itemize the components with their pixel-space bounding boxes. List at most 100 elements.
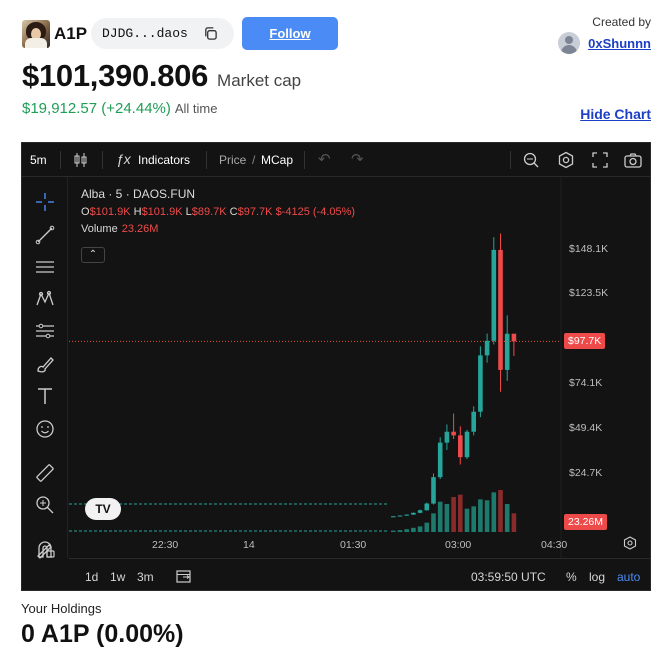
range-3m[interactable]: 3m [137,570,154,584]
ruler-icon[interactable] [34,462,56,484]
range-1d[interactable]: 1d [85,570,98,584]
candle-body [404,514,409,516]
current-price-tag: $97.7K [564,333,606,350]
candle-body [437,442,443,478]
range-1w[interactable]: 1w [110,570,125,584]
candle-change: $-4125 (-4.05%) [275,206,356,218]
volume-bar [437,501,443,532]
x-tick-label: 04:30 [541,539,568,551]
zoom-in-icon[interactable] [34,494,56,516]
legend-collapse-button[interactable]: ⌃ [81,247,105,263]
low-value: $89.7K [191,206,227,218]
chart-legend: Alba · 5 · DAOS.FUN O$101.9K H$101.9K L$… [81,187,355,235]
holdings-label: Your Holdings [21,601,102,616]
open-value: $101.9K [89,206,131,218]
y-tick-label: $24.7K [569,467,603,480]
y-tick-label: $74.1K [569,377,603,390]
token-avatar [22,20,50,48]
utc-clock[interactable]: 03:59:50 UTC [471,570,546,584]
candle-body [464,431,470,458]
redo-icon[interactable]: ↷ [351,150,364,168]
created-by-label: Created by [592,15,651,29]
candle-body [491,249,497,341]
fullscreen-icon[interactable] [591,151,609,169]
chart-toolbar: 5m ƒx Indicators Price / MCap ↶ ↷ [22,143,650,177]
y-tick-label: $148.1K [569,242,609,255]
change-period: All time [174,101,218,116]
volume-value: 23.26M [121,223,159,235]
candle-body [391,516,396,518]
market-cap-value: $101,390.806 [22,58,209,93]
crosshair-icon[interactable] [34,191,56,213]
measure-tool-icon[interactable] [34,320,56,342]
volume-bar [424,522,430,532]
x-tick-label: 14 [243,539,255,551]
hide-chart-link[interactable]: Hide Chart [580,106,651,122]
volume-bar [431,513,436,532]
volume-bar [491,492,497,532]
volume-bar [484,500,490,532]
candle-body [504,333,510,370]
lock-draw-icon[interactable] [34,538,56,560]
horizontal-lines-icon[interactable] [34,256,56,278]
indicators-button[interactable]: Indicators [138,153,190,167]
volume-row: Volume 23.26M [81,223,355,235]
undo-icon[interactable]: ↶ [318,150,331,168]
y-tick-label: $123.5K [569,287,609,300]
copy-icon[interactable] [203,26,218,41]
price-mcap-divider: / [252,153,256,167]
volume-bar [404,529,409,532]
creator-name[interactable]: 0xShunnn [588,36,651,51]
volume-bar [391,530,396,532]
high-key: H [133,206,142,218]
percent-toggle[interactable]: % [566,570,577,584]
emoji-icon[interactable] [34,418,56,440]
creator-link[interactable]: 0xShunnn [558,32,651,54]
candle-body [451,431,456,436]
token-ticker: A1P [54,24,88,43]
mcap-toggle[interactable]: MCap [261,153,293,167]
tradingview-logo: TV [85,498,121,520]
volume-bar [464,508,470,532]
candles-icon[interactable] [73,152,89,168]
candle-body [424,503,430,511]
text-tool-icon[interactable] [34,385,56,407]
candle-body [498,249,503,370]
drawing-toolbar [22,177,68,558]
trend-line-icon[interactable] [34,224,56,246]
auto-toggle[interactable]: auto [617,570,640,584]
volume-bar [397,530,403,532]
creator-avatar-icon [558,32,581,54]
follow-button[interactable]: Follow [242,17,338,50]
axis-settings-icon[interactable] [623,536,637,550]
chart-panel: 5m ƒx Indicators Price / MCap ↶ ↷ Alba ·… [21,142,651,591]
interval-selector[interactable]: 5m [30,153,47,167]
candle-body [471,411,476,432]
brush-icon[interactable] [34,353,56,375]
chart-plot-area[interactable]: Alba · 5 · DAOS.FUN O$101.9K H$101.9K L$… [69,177,651,592]
token-header: A1P DJDG...daos Follow Created by 0xShun… [0,0,662,60]
volume-bar [478,499,483,532]
price-toggle[interactable]: Price [219,153,246,167]
market-cap-label: Market cap [217,71,302,90]
log-toggle[interactable]: log [589,570,605,584]
chart-bottom-bar: 1d 1w 3m 03:59:50 UTC % log auto [69,558,651,592]
pattern-icon[interactable] [34,288,56,310]
zoom-search-icon[interactable] [522,151,540,169]
ohlc-row: O$101.9K H$101.9K L$89.7K C$97.7K $-4125… [81,206,355,218]
close-value: $97.7K [237,206,273,218]
x-tick-label: 01:30 [340,539,367,551]
volume-label: Volume [81,223,118,235]
fx-icon[interactable]: ƒx [116,151,131,167]
high-value: $101.9K [141,206,183,218]
settings-icon[interactable] [557,151,575,169]
candle-body [397,515,403,517]
camera-icon[interactable] [623,151,643,169]
close-key: C [229,206,238,218]
volume-bar [451,497,456,532]
date-range-icon[interactable] [175,568,193,584]
x-tick-label: 22:30 [152,539,179,551]
y-tick-label: $49.4K [569,422,603,435]
contract-address-pill[interactable]: DJDG...daos [91,18,234,49]
volume-bar [511,513,517,532]
